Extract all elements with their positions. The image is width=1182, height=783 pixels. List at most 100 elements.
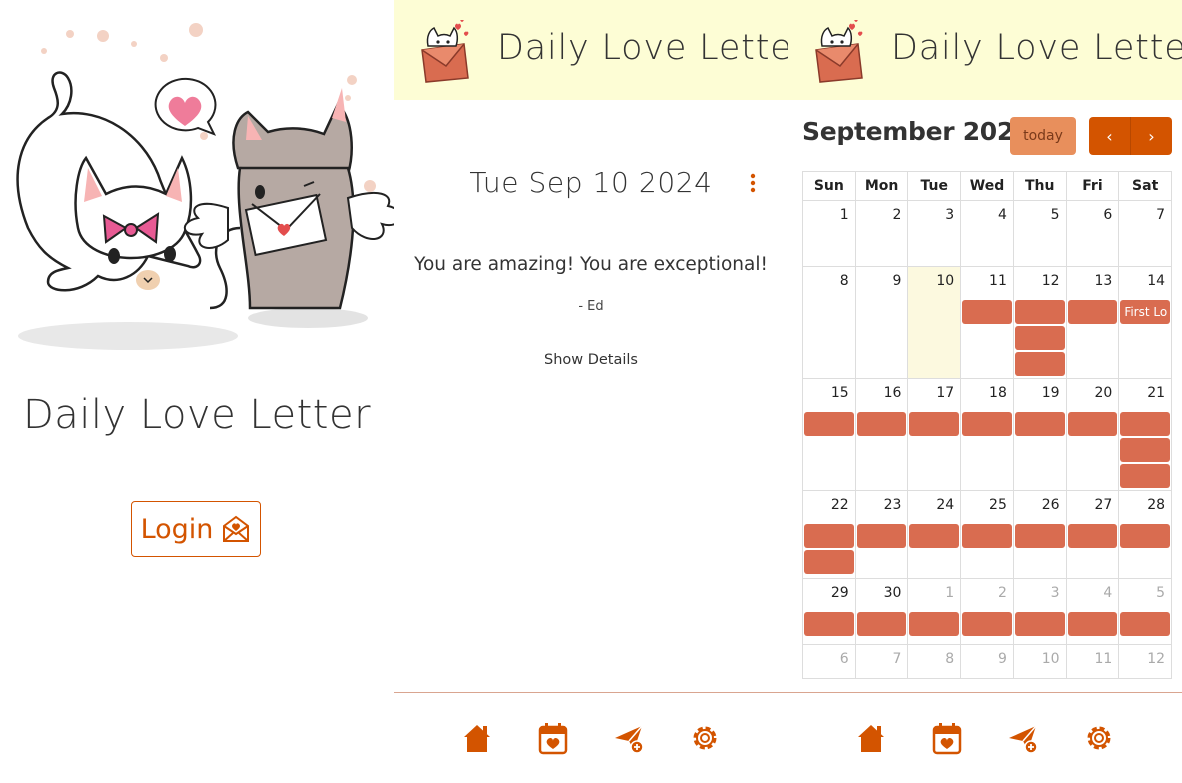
calendar-day[interactable]: 28	[1119, 491, 1173, 578]
day-number: 22	[830, 497, 849, 513]
day-events: First Lo	[1120, 300, 1171, 324]
day-events	[804, 412, 854, 436]
calendar-day[interactable]: 5	[1014, 201, 1067, 266]
calendar-day[interactable]: 3	[1014, 579, 1067, 644]
app-logo-cat-envelope	[815, 20, 863, 83]
login-button-label: Login	[140, 513, 214, 545]
prev-month-button[interactable]: ‹	[1089, 117, 1130, 155]
calendar-event[interactable]	[1014, 412, 1065, 436]
day-number: 11	[989, 273, 1007, 289]
show-details-link[interactable]: Show Details	[394, 352, 788, 368]
calendar-event[interactable]	[1014, 524, 1065, 548]
send-plus-icon[interactable]	[1007, 720, 1039, 756]
settings-gear-icon[interactable]	[689, 720, 721, 756]
calendar-event[interactable]	[909, 612, 960, 636]
calendar-day[interactable]: 12	[1119, 645, 1173, 678]
calendar-event[interactable]	[1120, 464, 1171, 488]
calendar-day[interactable]: 6	[1067, 201, 1120, 266]
calendar-day[interactable]: 10	[1014, 645, 1067, 678]
calendar-heart-icon[interactable]	[537, 720, 569, 756]
calendar-day[interactable]: 15	[803, 379, 856, 490]
bottom-nav	[788, 720, 1182, 760]
home-icon[interactable]	[855, 720, 887, 756]
more-options-icon[interactable]	[745, 172, 761, 196]
calendar-day[interactable]: 5	[1119, 579, 1173, 644]
calendar-event[interactable]	[804, 412, 854, 436]
calendar-event[interactable]	[909, 524, 960, 548]
settings-gear-icon[interactable]	[1083, 720, 1115, 756]
calendar-day[interactable]: 19	[1014, 379, 1067, 490]
calendar-day[interactable]: 3	[908, 201, 962, 266]
today-button[interactable]: today	[1010, 117, 1076, 155]
calendar-event[interactable]	[962, 612, 1012, 636]
calendar-event[interactable]	[1067, 412, 1118, 436]
calendar-event[interactable]	[804, 550, 854, 574]
calendar-event[interactable]	[1120, 612, 1171, 636]
calendar-day-today[interactable]: 10	[908, 267, 962, 378]
calendar-day[interactable]: 20	[1067, 379, 1120, 490]
calendar-event[interactable]	[909, 412, 960, 436]
calendar-day[interactable]: 26	[1014, 491, 1067, 578]
nav-divider	[394, 692, 788, 693]
calendar-event[interactable]	[1067, 300, 1118, 324]
calendar-day[interactable]: 23	[856, 491, 909, 578]
calendar-day[interactable]: 2	[961, 579, 1014, 644]
calendar-event[interactable]	[1120, 524, 1171, 548]
calendar-event[interactable]	[1014, 326, 1065, 350]
calendar-event[interactable]	[856, 524, 907, 548]
day-events	[909, 524, 960, 548]
calendar-day[interactable]: 11	[1067, 645, 1120, 678]
calendar-day[interactable]: 8	[908, 645, 962, 678]
calendar-event[interactable]	[856, 612, 907, 636]
calendar-event[interactable]	[1067, 524, 1118, 548]
calendar-day[interactable]: 7	[856, 645, 909, 678]
calendar-day[interactable]: 13	[1067, 267, 1120, 378]
calendar-event[interactable]	[1120, 438, 1171, 462]
login-button[interactable]: Login	[131, 501, 261, 557]
calendar-day[interactable]: 9	[856, 267, 909, 378]
calendar-day[interactable]: 14 First Lo	[1119, 267, 1173, 378]
calendar-day[interactable]: 21	[1119, 379, 1173, 490]
calendar-event[interactable]	[856, 412, 907, 436]
calendar-day[interactable]: 6	[803, 645, 856, 678]
day-number: 27	[1094, 497, 1113, 513]
calendar-event[interactable]	[804, 524, 854, 548]
calendar-event[interactable]	[962, 300, 1012, 324]
calendar-day[interactable]: 30	[856, 579, 909, 644]
calendar-day[interactable]: 22	[803, 491, 856, 578]
calendar-event[interactable]	[1014, 612, 1065, 636]
calendar-day[interactable]: 11	[961, 267, 1014, 378]
calendar-day[interactable]: 1	[908, 579, 962, 644]
calendar-day[interactable]: 29	[803, 579, 856, 644]
home-icon[interactable]	[461, 720, 493, 756]
calendar-day[interactable]: 4	[1067, 579, 1120, 644]
calendar-day[interactable]: 2	[856, 201, 909, 266]
calendar-day[interactable]: 24	[908, 491, 962, 578]
calendar-day[interactable]: 4	[961, 201, 1014, 266]
next-month-button[interactable]: ›	[1131, 117, 1172, 155]
calendar-heart-icon[interactable]	[931, 720, 963, 756]
calendar-event[interactable]: First Lo	[1120, 300, 1171, 324]
day-events	[909, 412, 960, 436]
calendar-day[interactable]: 25	[961, 491, 1014, 578]
calendar-day[interactable]: 8	[803, 267, 856, 378]
calendar-event[interactable]	[1014, 300, 1065, 324]
calendar-event[interactable]	[1120, 412, 1171, 436]
calendar-day[interactable]: 12	[1014, 267, 1067, 378]
calendar-event[interactable]	[1067, 612, 1118, 636]
calendar-day[interactable]: 16	[856, 379, 909, 490]
calendar-event[interactable]	[962, 412, 1012, 436]
calendar-event[interactable]	[962, 524, 1012, 548]
calendar-day[interactable]: 9	[961, 645, 1014, 678]
day-number: 6	[839, 651, 849, 667]
calendar-day[interactable]: 1	[803, 201, 856, 266]
calendar-day[interactable]: 7	[1119, 201, 1173, 266]
send-plus-icon[interactable]	[613, 720, 645, 756]
calendar-day[interactable]: 18	[961, 379, 1014, 490]
calendar-day[interactable]: 17	[908, 379, 962, 490]
calendar-day[interactable]: 27	[1067, 491, 1120, 578]
calendar-event[interactable]	[1014, 352, 1065, 376]
letter-body: You are amazing! You are exceptional!	[414, 254, 768, 275]
calendar-event[interactable]	[804, 612, 854, 636]
day-number: 26	[1041, 497, 1060, 513]
